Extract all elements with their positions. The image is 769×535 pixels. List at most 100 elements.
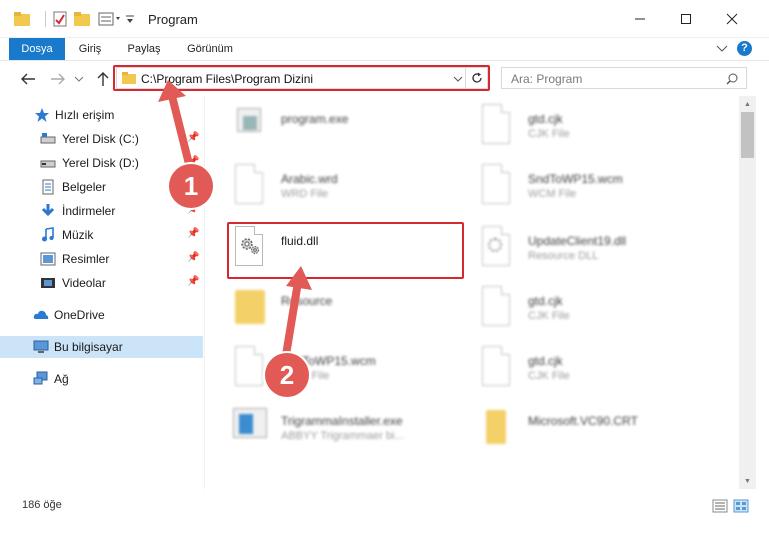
file-type: WRD File (281, 188, 329, 200)
file-name: fluid.dll (281, 234, 319, 248)
installer-icon (231, 404, 267, 448)
sidebar-item-this-pc[interactable]: Bu bilgisayar (0, 336, 203, 358)
tab-view[interactable]: Görünüm (180, 38, 240, 60)
callout-badge-2: 2 (265, 353, 309, 397)
quick-access-toolbar (14, 8, 136, 30)
file-icon (478, 102, 514, 146)
file-item-fluid-dll[interactable]: fluid.dll (231, 224, 471, 278)
network-icon (33, 371, 48, 385)
search-icon (726, 73, 738, 85)
gear-icon (241, 238, 260, 255)
file-type: CJK File (528, 128, 570, 140)
back-button[interactable] (18, 70, 38, 88)
file-name: gtd.cjk (528, 112, 563, 126)
sidebar-item-label: Bu bilgisayar (54, 340, 123, 354)
ribbon-tabs: Dosya Giriş Paylaş Görünüm ? (0, 38, 769, 60)
file-item[interactable]: TrigrammaInstaller.exe ABBYY Trigrammaer… (231, 404, 471, 458)
maximize-icon (681, 14, 691, 24)
file-item[interactable]: gtd.cjk CJK File (478, 102, 718, 156)
file-item[interactable]: SndToWP15.wcm WCM File (478, 162, 718, 216)
ribbon-expand-icon[interactable] (716, 44, 728, 54)
star-icon (35, 108, 49, 122)
download-icon (41, 204, 55, 217)
sidebar-item-pictures[interactable]: Resimler 📌 (0, 248, 203, 270)
drive-icon (40, 133, 56, 144)
file-name: Microsoft.VC90.CRT (528, 414, 638, 428)
file-item[interactable]: Resource (231, 284, 471, 338)
file-item[interactable]: UpdateClient19.dll Resource DLL (478, 224, 718, 278)
sidebar-item-label: Ağ (54, 372, 69, 386)
sidebar-item-local-disk-d[interactable]: Yerel Disk (D:) 📌 (0, 152, 203, 174)
arrow-left-icon (21, 73, 35, 85)
sidebar-item-label: Müzik (62, 228, 94, 242)
documents-icon (42, 179, 54, 195)
file-list: program.exe gtd.cjk CJK File Arabic.wrd … (206, 96, 739, 489)
chevron-down-icon[interactable] (124, 12, 136, 26)
refresh-button[interactable] (466, 67, 488, 89)
minimize-button[interactable] (617, 4, 663, 34)
sidebar-item-downloads[interactable]: İndirmeler 📌 (0, 200, 203, 222)
folder-icon (231, 284, 267, 328)
file-type: Resource DLL (528, 250, 599, 262)
address-path: C:\Program Files\Program Dizini (141, 72, 314, 86)
tab-file[interactable]: Dosya (9, 38, 65, 60)
navigation-pane: Hızlı erişim Yerel Disk (C:) 📌 Yerel Dis… (0, 96, 205, 489)
dll-file-icon (231, 224, 267, 268)
sidebar-item-local-disk-c[interactable]: Yerel Disk (C:) 📌 (0, 128, 203, 150)
pin-icon[interactable]: 📌 (187, 132, 199, 143)
file-name: Arabic.wrd (281, 172, 338, 186)
scroll-up-icon[interactable]: ▲ (739, 96, 756, 112)
pin-icon[interactable]: 📌 (187, 252, 199, 263)
help-icon[interactable]: ? (737, 41, 752, 56)
sidebar-item-videos[interactable]: Videolar 📌 (0, 272, 203, 294)
file-item[interactable]: program.exe (231, 102, 471, 156)
maximize-button[interactable] (663, 4, 709, 34)
properties-icon[interactable] (52, 11, 68, 27)
tab-home[interactable]: Giriş (70, 38, 110, 60)
pictures-icon (40, 252, 56, 266)
title-bar: Program (0, 0, 769, 38)
navigation-bar: C:\Program Files\Program Dizini Ara: Pro… (0, 60, 769, 96)
exe-file-icon (231, 102, 267, 146)
sidebar-item-network[interactable]: Ağ (0, 368, 203, 390)
chevron-down-icon[interactable] (453, 75, 463, 83)
vertical-scrollbar[interactable]: ▲ ▼ (739, 96, 756, 489)
file-name: program.exe (281, 112, 349, 126)
close-button[interactable] (709, 4, 755, 34)
folder-icon (478, 404, 514, 448)
file-item[interactable]: Arabic.wrd WRD File (231, 162, 471, 216)
pin-icon[interactable]: 📌 (187, 276, 199, 287)
file-item[interactable]: Microsoft.VC90.CRT (478, 404, 718, 458)
tab-share[interactable]: Paylaş (122, 38, 166, 60)
sidebar-item-music[interactable]: Müzik 📌 (0, 224, 203, 246)
search-box[interactable]: Ara: Program (501, 67, 747, 89)
new-folder-icon[interactable] (74, 12, 90, 26)
forward-button[interactable] (48, 70, 68, 88)
details-view-icon[interactable] (712, 499, 728, 513)
pin-icon[interactable]: 📌 (187, 228, 199, 239)
large-icons-view-icon[interactable] (733, 499, 749, 513)
up-button[interactable] (93, 70, 113, 88)
scroll-down-icon[interactable]: ▼ (739, 473, 756, 489)
recent-locations-button[interactable] (73, 70, 85, 88)
window-title: Program (148, 12, 198, 27)
customize-icon[interactable] (98, 12, 124, 26)
sidebar-item-onedrive[interactable]: OneDrive (0, 304, 203, 326)
cloud-icon (33, 310, 49, 319)
sidebar-item-quick-access[interactable]: Hızlı erişim (0, 104, 203, 126)
file-item[interactable]: gtd.cjk CJK File (478, 344, 718, 398)
file-name: SndToWP15.wcm (528, 172, 623, 186)
file-item[interactable]: gtd.cjk CJK File (478, 284, 718, 338)
status-bar: 186 öğe (0, 489, 769, 535)
file-icon (231, 344, 267, 388)
address-bar[interactable]: C:\Program Files\Program Dizini (116, 67, 466, 89)
close-icon (726, 13, 738, 25)
sidebar-item-label: Videolar (62, 276, 106, 290)
scrollbar-thumb[interactable] (741, 112, 754, 158)
chevron-down-icon (74, 76, 84, 82)
arrow-up-icon (97, 72, 109, 86)
file-icon (231, 162, 267, 206)
sidebar-item-label: Belgeler (62, 180, 107, 194)
folder-icon[interactable] (14, 12, 30, 26)
minimize-icon (635, 18, 645, 20)
